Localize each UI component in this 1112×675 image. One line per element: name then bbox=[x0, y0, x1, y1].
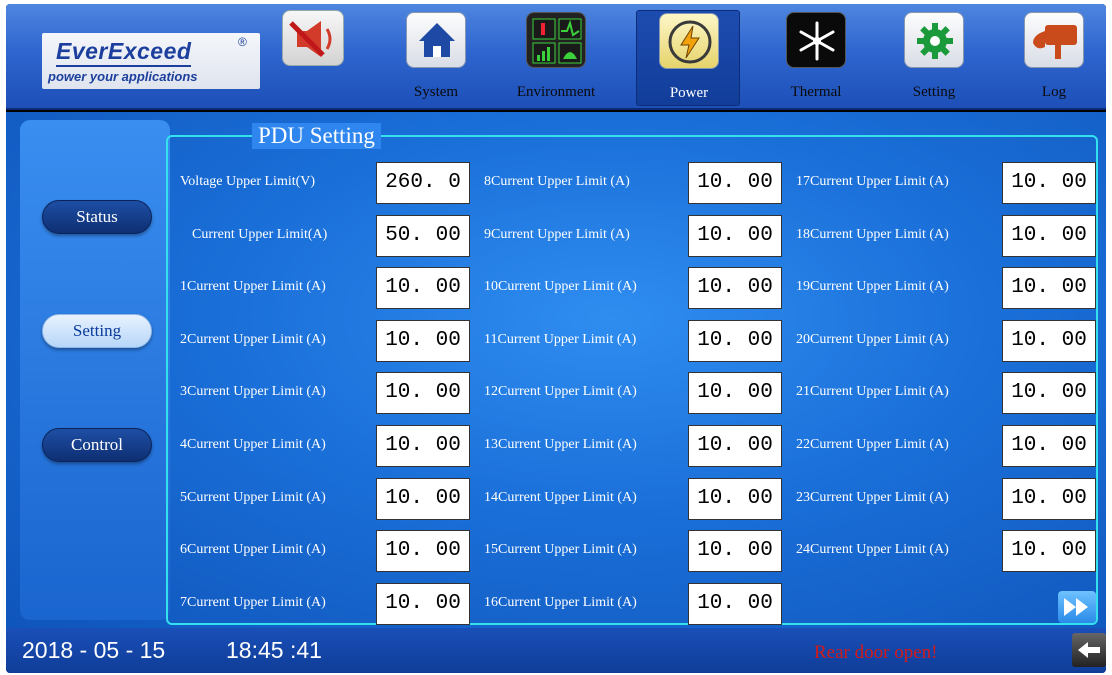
field-value-input[interactable]: 10. 00 bbox=[1002, 425, 1096, 467]
nav-log[interactable]: Log bbox=[1002, 10, 1106, 106]
field-label: 16Current Upper Limit (A) bbox=[484, 594, 637, 610]
field-value-input[interactable]: 10. 00 bbox=[376, 372, 470, 415]
nav-thermal-label: Thermal bbox=[790, 84, 842, 100]
field-value-input[interactable]: 50. 00 bbox=[376, 214, 470, 257]
status-date: 2018 - 05 - 15 bbox=[22, 637, 166, 663]
field-label: 19Current Upper Limit (A) bbox=[796, 279, 949, 295]
field-label: 5Current Upper Limit (A) bbox=[180, 489, 326, 505]
top-nav-bar: EverExceed ® power your applications Sys… bbox=[6, 4, 1106, 110]
nav-setting-label: Setting bbox=[912, 84, 956, 100]
field-value-input[interactable]: 10. 00 bbox=[376, 530, 470, 573]
nav-environment[interactable]: Environment bbox=[504, 10, 608, 106]
sidebar-status-button[interactable]: Status bbox=[42, 200, 152, 234]
field-value-input[interactable]: 10. 00 bbox=[688, 425, 782, 467]
field-value-input[interactable]: 10. 00 bbox=[376, 477, 470, 520]
sidebar: Status Setting Control bbox=[20, 120, 170, 620]
power-bolt-icon bbox=[659, 13, 719, 69]
field-value-input[interactable]: 10. 00 bbox=[688, 530, 782, 573]
nav-power-label: Power bbox=[669, 85, 709, 101]
brand-logo: EverExceed ® power your applications bbox=[42, 33, 260, 89]
field-label: 1Current Upper Limit (A) bbox=[180, 279, 326, 295]
field-label: 2Current Upper Limit (A) bbox=[180, 331, 326, 347]
sidebar-control-button[interactable]: Control bbox=[42, 428, 152, 462]
app-window: EverExceed ® power your applications Sys… bbox=[6, 4, 1106, 673]
field-label: 12Current Upper Limit (A) bbox=[484, 384, 637, 400]
brand-name: EverExceed bbox=[56, 37, 192, 67]
nav-log-label: Log bbox=[1041, 84, 1067, 100]
snowflake-icon bbox=[786, 12, 846, 68]
field-label: 4Current Upper Limit (A) bbox=[180, 437, 326, 452]
speaker-muted-icon bbox=[289, 21, 332, 57]
group-title: PDU Setting bbox=[252, 123, 381, 149]
environment-monitor-icon bbox=[526, 12, 586, 68]
main-content: Status Setting Control PDU Setting Volta… bbox=[6, 112, 1106, 628]
field-value-input[interactable]: 10. 00 bbox=[688, 162, 782, 204]
field-value-input[interactable]: 10. 00 bbox=[1002, 477, 1096, 520]
field-value-input[interactable]: 10. 00 bbox=[1002, 372, 1096, 415]
field-value-input[interactable]: 260. 0 bbox=[376, 162, 470, 204]
field-value-input[interactable]: 10. 00 bbox=[688, 582, 782, 625]
field-label: 9Current Upper Limit (A) bbox=[484, 226, 630, 242]
double-arrow-right-icon bbox=[1064, 598, 1088, 616]
gear-icon bbox=[904, 12, 964, 68]
back-button[interactable] bbox=[1072, 633, 1106, 667]
field-label: 23Current Upper Limit (A) bbox=[796, 489, 949, 505]
field-value-input[interactable]: 10. 00 bbox=[1002, 162, 1096, 204]
field-label: 24Current Upper Limit (A) bbox=[796, 542, 949, 558]
field-label: 20Current Upper Limit (A) bbox=[796, 331, 949, 347]
field-value-input[interactable]: 10. 00 bbox=[688, 477, 782, 520]
field-value-input[interactable]: 10. 00 bbox=[376, 582, 470, 625]
nav-environment-label: Environment bbox=[516, 84, 596, 100]
field-label: 7Current Upper Limit (A) bbox=[180, 594, 326, 610]
nav-setting[interactable]: Setting bbox=[882, 10, 986, 106]
nav-power[interactable]: Power bbox=[636, 10, 740, 106]
nav-system[interactable]: System bbox=[384, 10, 488, 106]
field-label: 13Current Upper Limit (A) bbox=[484, 437, 637, 452]
log-icon bbox=[1024, 12, 1084, 68]
next-page-button[interactable] bbox=[1058, 591, 1096, 623]
field-value-input[interactable]: 10. 00 bbox=[1002, 267, 1096, 310]
mute-alarm-button[interactable] bbox=[282, 10, 344, 66]
field-label: 22Current Upper Limit (A) bbox=[796, 437, 949, 452]
field-label: Voltage Upper Limit(V) bbox=[180, 174, 316, 189]
brand-tagline: power your applications bbox=[48, 69, 198, 84]
field-value-input[interactable]: 10. 00 bbox=[376, 425, 470, 467]
field-value-input[interactable]: 10. 00 bbox=[688, 319, 782, 362]
status-time: 18:45 :41 bbox=[226, 637, 322, 663]
field-label: 14Current Upper Limit (A) bbox=[484, 489, 637, 505]
field-value-input[interactable]: 10. 00 bbox=[1002, 319, 1096, 362]
field-value-input[interactable]: 10. 00 bbox=[688, 372, 782, 415]
status-bar: 2018 - 05 - 15 18:45 :41 Rear door open! bbox=[6, 628, 1106, 673]
field-label: 11Current Upper Limit (A) bbox=[484, 331, 637, 347]
field-value-input[interactable]: 10. 00 bbox=[688, 267, 782, 310]
field-value-input[interactable]: 10. 00 bbox=[376, 267, 470, 310]
field-label: Current Upper Limit(A) bbox=[192, 226, 328, 242]
field-label: 18Current Upper Limit (A) bbox=[796, 226, 949, 242]
field-label: 3Current Upper Limit (A) bbox=[180, 384, 326, 400]
field-value-input[interactable]: 10. 00 bbox=[1002, 214, 1096, 257]
field-value-input[interactable]: 10. 00 bbox=[688, 214, 782, 257]
field-label: 6Current Upper Limit (A) bbox=[180, 542, 326, 558]
field-label: 17Current Upper Limit (A) bbox=[796, 174, 949, 189]
arrow-left-icon bbox=[1078, 642, 1100, 658]
field-value-input[interactable]: 10. 00 bbox=[376, 319, 470, 362]
field-label: 21Current Upper Limit (A) bbox=[796, 384, 949, 400]
home-icon bbox=[406, 12, 466, 68]
field-label: 10Current Upper Limit (A) bbox=[484, 279, 637, 295]
registered-mark: ® bbox=[238, 35, 247, 49]
sidebar-setting-button[interactable]: Setting bbox=[42, 314, 152, 348]
field-label: 8Current Upper Limit (A) bbox=[484, 174, 630, 189]
field-value-input[interactable]: 10. 00 bbox=[1002, 530, 1096, 573]
nav-system-label: System bbox=[413, 84, 459, 100]
nav-thermal[interactable]: Thermal bbox=[764, 10, 868, 106]
field-label: 15Current Upper Limit (A) bbox=[484, 542, 637, 558]
alarm-message: Rear door open! bbox=[814, 642, 938, 663]
